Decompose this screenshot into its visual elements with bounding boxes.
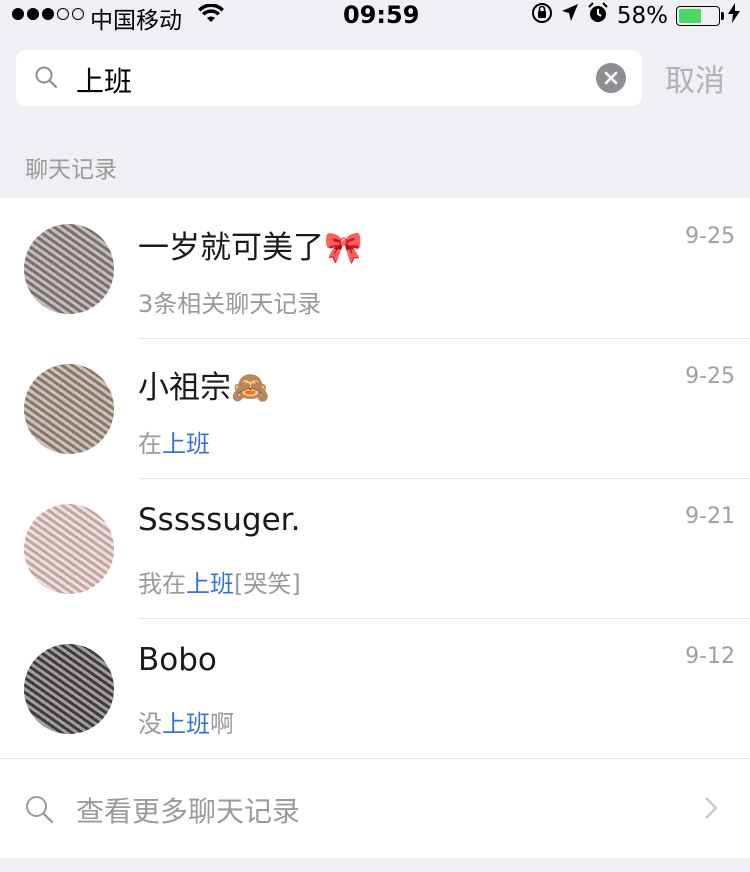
section-header: 聊天记录 [25, 157, 117, 183]
clear-search-button[interactable] [596, 63, 626, 93]
chat-snippet: 在上班 [138, 430, 210, 458]
monkey-emoji: 🙈 [231, 370, 270, 406]
search-icon [34, 65, 58, 93]
avatar [24, 224, 114, 314]
chevron-right-icon [704, 796, 718, 824]
chat-snippet: 3条相关聊天记录 [138, 290, 322, 318]
page: 中国移动 09:59 58% 上班 取消 聊天记录 一岁就可美了🎀 3条相关聊天… [0, 0, 750, 872]
cancel-button[interactable]: 取消 [665, 56, 725, 100]
ribbon-emoji: 🎀 [324, 230, 363, 266]
list-item[interactable]: Bobo 没上班啊 9-12 [0, 618, 750, 758]
carrier-name: 中国移动 [90, 8, 182, 34]
search-field[interactable]: 上班 [16, 50, 642, 106]
chat-title: 一岁就可美了🎀 [138, 230, 363, 266]
clock: 09:59 [343, 1, 420, 29]
search-query[interactable]: 上班 [76, 60, 132, 100]
status-bar: 中国移动 09:59 58% [0, 0, 750, 34]
avatar [24, 364, 114, 454]
more-chat-records-label: 查看更多聊天记录 [76, 795, 301, 828]
list-item[interactable]: 一岁就可美了🎀 3条相关聊天记录 9-25 [0, 198, 750, 338]
chat-date: 9-12 [685, 644, 735, 669]
list-item[interactable]: 小祖宗🙈 在上班 9-25 [0, 338, 750, 478]
battery-percent: 58% [616, 3, 668, 29]
more-chat-records-row[interactable]: 查看更多聊天记录 [0, 758, 750, 858]
chat-date: 9-25 [685, 364, 735, 389]
wifi-icon [198, 3, 224, 30]
list-item[interactable]: Sssssuger. 我在上班[哭笑] 9-21 [0, 478, 750, 618]
chat-title: 小祖宗🙈 [138, 370, 270, 406]
alarm-icon [587, 2, 609, 30]
charging-icon [728, 3, 740, 29]
search-bar: 上班 取消 [0, 36, 750, 120]
chat-date: 9-21 [685, 504, 735, 529]
signal-strength-icon [12, 8, 84, 20]
avatar [24, 504, 114, 594]
chat-title: Sssssuger. [138, 502, 301, 538]
chat-snippet: 没上班啊 [138, 710, 234, 738]
battery-icon [676, 6, 724, 26]
chat-title: Bobo [138, 642, 217, 678]
search-icon [24, 794, 54, 828]
chat-date: 9-25 [685, 224, 735, 249]
results-list: 一岁就可美了🎀 3条相关聊天记录 9-25 小祖宗🙈 在上班 9-25 Ssss… [0, 198, 750, 758]
rotation-lock-icon [531, 2, 553, 30]
avatar [24, 644, 114, 734]
location-icon [561, 3, 579, 29]
close-icon [604, 71, 618, 85]
chat-snippet: 我在上班[哭笑] [138, 570, 301, 598]
